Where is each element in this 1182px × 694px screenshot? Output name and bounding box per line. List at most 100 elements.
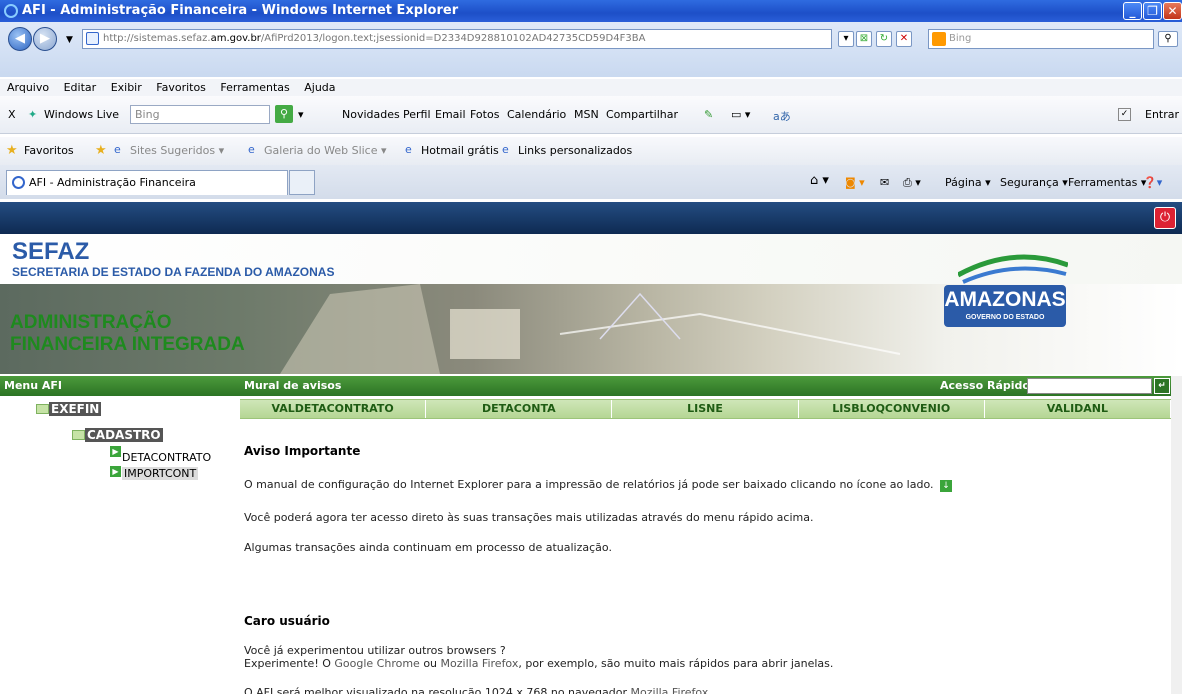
quick-link-lisne[interactable]: LISNE [612, 400, 799, 418]
wl-search-button[interactable]: ⚲ [275, 105, 293, 123]
menu-arquivo[interactable]: Arquivo [7, 81, 49, 94]
logout-power-icon[interactable]: ⏻ [1154, 207, 1176, 229]
menu-ferramentas[interactable]: Ferramentas [220, 81, 289, 94]
url-domain: am.gov.br [210, 33, 261, 44]
fav-hotmail[interactable]: Hotmail grátis [421, 144, 499, 157]
forward-button[interactable]: ▶ [33, 27, 57, 51]
wl-novidades[interactable]: Novidades [342, 108, 400, 121]
menu-favoritos[interactable]: Favoritos [156, 81, 206, 94]
tab-title: AFI - Administração Financeira [29, 176, 196, 189]
favorites-button[interactable]: Favoritos [24, 144, 74, 157]
transaction-icon: ▶ [110, 466, 121, 477]
browser-text-c: , por exemplo, são muito mais rápidos pa… [518, 657, 834, 670]
page-icon [86, 32, 99, 45]
wl-search-input[interactable]: Bing [130, 105, 270, 124]
help-icon[interactable]: ❓▾ [1143, 176, 1162, 189]
window-title-bar: AFI - Administração Financeira - Windows… [0, 0, 1182, 22]
wl-card-icon[interactable]: ▭ ▾ [731, 108, 750, 121]
aviso-text-1: O manual de configuração do Internet Exp… [244, 478, 934, 491]
quick-link-validanl[interactable]: VALIDANL [985, 400, 1172, 418]
mozilla-firefox-link[interactable]: Mozilla Firefox [441, 657, 519, 670]
minimize-button[interactable]: _ [1123, 2, 1142, 20]
folder-icon [72, 430, 85, 440]
sefaz-title: SEFAZ [12, 238, 90, 265]
menu-exibir[interactable]: Exibir [111, 81, 142, 94]
history-dropdown-icon[interactable]: ▼ [66, 35, 73, 45]
bing-icon [932, 32, 946, 46]
cmd-pagina[interactable]: Página ▾ [945, 176, 991, 189]
windows-live-brand[interactable]: Windows Live [44, 108, 119, 121]
wl-checkbox-icon[interactable]: ✓ [1118, 108, 1131, 121]
tree-leaf-importcont[interactable]: IMPORTCONT [122, 467, 199, 480]
feeds-icon[interactable]: ◙ ▾ [845, 176, 865, 189]
wl-calendario[interactable]: Calendário [507, 108, 566, 121]
wl-msn[interactable]: MSN [574, 108, 599, 121]
fav-links-personalizados[interactable]: Links personalizados [518, 144, 632, 157]
afi-title-line1: ADMINISTRAÇÃO [10, 312, 172, 333]
browser-paragraph-2: Experimente! O Google Chrome ou Mozilla … [244, 657, 833, 670]
ie-logo-icon [4, 4, 18, 18]
refresh-icon[interactable]: ↻ [876, 31, 892, 47]
address-input[interactable]: http://sistemas.sefaz.am.gov.br/AfiPrd20… [82, 29, 832, 49]
fav-galeria-web-slice[interactable]: Galeria do Web Slice ▾ [264, 144, 387, 157]
search-go-icon[interactable]: ⚲ [1158, 31, 1178, 47]
wl-signin[interactable]: Entrar [1145, 108, 1179, 121]
page-scrollbar[interactable] [1171, 376, 1182, 694]
acesso-rapido-go-icon[interactable]: ↵ [1154, 378, 1170, 394]
wl-compartilhar[interactable]: Compartilhar [606, 108, 678, 121]
stop-icon[interactable]: ✕ [896, 31, 912, 47]
home-icon[interactable]: ⌂ ▾ [810, 173, 829, 188]
afi-title-line2: FINANCEIRA INTEGRADA [10, 334, 245, 355]
back-button[interactable]: ◀ [8, 27, 32, 51]
google-chrome-link[interactable]: Google Chrome [334, 657, 419, 670]
new-tab-button[interactable] [289, 170, 315, 195]
wl-email[interactable]: Email [435, 108, 466, 121]
menu-bar: Arquivo Editar Exibir Favoritos Ferramen… [0, 79, 1182, 96]
aviso-paragraph-1: O manual de configuração do Internet Exp… [244, 478, 952, 492]
ie-page-icon: e [114, 143, 121, 156]
print-icon[interactable]: ⎙ ▾ [903, 176, 921, 190]
quick-link-valdetacontrato[interactable]: VALDETACONTRATO [240, 400, 427, 418]
tab-afi[interactable]: AFI - Administração Financeira [6, 170, 288, 195]
cmd-ferramentas[interactable]: Ferramentas ▾ [1068, 176, 1146, 189]
wl-close-button[interactable]: X [8, 108, 16, 121]
transaction-icon: ▶ [110, 446, 121, 457]
governo-text: GOVERNO DO ESTADO [965, 314, 1045, 321]
caro-usuario-heading: Caro usuário [244, 614, 330, 628]
menu-editar[interactable]: Editar [64, 81, 97, 94]
tree-node-exefin[interactable]: EXEFIN [49, 402, 102, 416]
cmd-seguranca[interactable]: Segurança ▾ [1000, 176, 1068, 189]
page-top-bar: ⏻ [0, 202, 1182, 234]
tree-node-cadastro[interactable]: CADASTRO [85, 428, 163, 442]
compatibility-icon[interactable]: ⊠ [856, 31, 872, 47]
mozilla-firefox-link-2[interactable]: Mozilla Firefox [631, 686, 709, 694]
close-window-button[interactable]: ✕ [1163, 2, 1182, 20]
wl-pen-icon[interactable]: ✎ [704, 108, 713, 121]
resolution-paragraph: O AFI será melhor visualizado na resoluç… [244, 686, 708, 694]
url-suffix: /AfiPrd2013/logon.text;jsessionid=D2334D… [260, 33, 646, 44]
url-prefix: http://sistemas.sefaz. [103, 33, 211, 44]
wl-search-dropdown-icon[interactable]: ▾ [298, 108, 304, 121]
quick-link-lisbloqconvenio[interactable]: LISBLOQCONVENIO [799, 400, 985, 418]
ie-tab-icon [12, 176, 25, 189]
acesso-rapido-input[interactable] [1027, 378, 1152, 394]
wl-perfil[interactable]: Perfil [403, 108, 431, 121]
download-manual-icon[interactable]: ↓ [940, 480, 952, 492]
add-favorites-icon[interactable]: ★ [95, 143, 107, 158]
resolution-text: O AFI será melhor visualizado na resoluç… [244, 686, 631, 694]
quick-link-detaconta[interactable]: DETACONTA [426, 400, 613, 418]
url-dropdown-icon[interactable]: ▾ [838, 31, 854, 47]
quick-links-bar: VALDETACONTRATO DETACONTA LISNE LISBLOQC… [240, 399, 1172, 419]
aviso-importante-heading: Aviso Importante [244, 444, 361, 458]
search-input[interactable]: Bing [928, 29, 1154, 49]
favorites-star-icon: ★ [6, 143, 18, 158]
ie-page-icon: e [405, 143, 412, 156]
fav-sites-sugeridos[interactable]: Sites Sugeridos ▾ [130, 144, 224, 157]
tree-leaf-detacontrato[interactable]: DETACONTRATO [122, 451, 211, 464]
favorites-bar: ★ Favoritos ★ e Sites Sugeridos ▾ e Gale… [0, 137, 1182, 165]
maximize-button[interactable]: ❐ [1143, 2, 1162, 20]
mail-icon[interactable]: ✉ [880, 176, 889, 189]
wl-fotos[interactable]: Fotos [470, 108, 499, 121]
wl-translate-icon[interactable]: aあ [773, 108, 791, 124]
menu-ajuda[interactable]: Ajuda [304, 81, 335, 94]
